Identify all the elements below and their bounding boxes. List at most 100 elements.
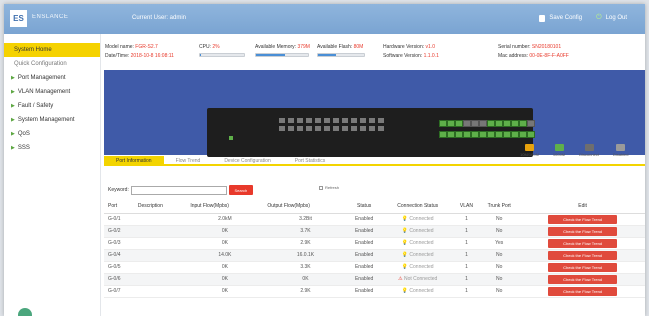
- sfp-port[interactable]: [447, 120, 455, 127]
- save-config-button[interactable]: Save Config: [539, 14, 582, 22]
- output-flow-cell: 3.7K: [263, 225, 348, 238]
- vlan-cell: 1: [454, 273, 479, 286]
- sidebar-item-fault-safety[interactable]: ▶ Fault / Safety: [4, 99, 100, 113]
- sfp-port[interactable]: [495, 131, 503, 138]
- sidebar-item-label: SSS: [17, 145, 30, 151]
- port-cell: G-0/3: [104, 237, 134, 250]
- rj45-port: [351, 118, 357, 123]
- port-cell: G-0/1: [104, 213, 134, 226]
- description-cell: [133, 273, 187, 286]
- sidebar-item-qos[interactable]: ▶ QoS: [4, 127, 100, 141]
- trunk-cell: No: [478, 249, 521, 262]
- cpu-bar-fill: [200, 54, 201, 56]
- check-flow-trend-button[interactable]: Check the Flow Trend: [548, 226, 618, 236]
- rj45-port: [369, 126, 375, 131]
- tab-flow-trend[interactable]: Flow Trend: [164, 156, 213, 164]
- sidebar-item-port-management[interactable]: ▶ Port Management: [4, 71, 100, 85]
- refresh-checkbox[interactable]: [319, 185, 323, 190]
- rj45-port: [324, 118, 330, 123]
- sidebar-item-label: VLAN Management: [17, 89, 71, 95]
- edit-cell: Check the Flow Trend: [520, 213, 645, 226]
- refresh-toggle[interactable]: Refresh: [319, 185, 339, 190]
- table-body: G-0/1 2.0kM 3.2Bit Enabled 💡 Connected 1 No Che…: [104, 213, 645, 298]
- sfp-port[interactable]: [447, 131, 455, 138]
- tab-port-statistics[interactable]: Port Statistics: [283, 156, 338, 164]
- sidebar-item-label: Quick Configuration: [14, 61, 67, 67]
- sfp-port[interactable]: [479, 120, 487, 127]
- description-cell: [133, 285, 187, 298]
- tab-port-information[interactable]: Port Information: [104, 156, 164, 164]
- log-out-button[interactable]: ⏻ Log Out: [596, 14, 627, 22]
- connection-status: 💡 Connected: [402, 240, 434, 246]
- rj45-port: [378, 118, 384, 123]
- sidebar-item-quick-configuration[interactable]: Quick Configuration: [4, 57, 100, 71]
- log-out-label: Log Out: [605, 15, 627, 21]
- sfp-port[interactable]: [487, 120, 495, 127]
- output-flow-cell: 16.0.1K: [263, 249, 348, 262]
- sfp-port[interactable]: [511, 131, 519, 138]
- sidebar-item-vlan-management[interactable]: ▶ VLAN Management: [4, 85, 100, 99]
- date-field: Date/Time: 2018-10-8 16:08:11: [105, 53, 174, 59]
- sfp-port[interactable]: [455, 120, 463, 127]
- connection-cell: 💡 Connected: [380, 285, 455, 298]
- connection-status: 💡 Connected: [402, 228, 434, 234]
- serial-field: Serial number: SN20180101: [498, 44, 561, 50]
- sfp-port[interactable]: [527, 131, 535, 138]
- mac-value: 00-0E-8F-F-A0FF: [529, 53, 569, 59]
- check-flow-trend-button[interactable]: Check the Flow Trend: [548, 250, 618, 260]
- sfp-port[interactable]: [527, 120, 535, 127]
- vlan-cell: 1: [454, 285, 479, 298]
- connection-cell: ⚠ Not Connected: [380, 273, 455, 286]
- legend-swatch-icon: [584, 144, 594, 151]
- check-flow-trend-button[interactable]: Check the Flow Trend: [548, 238, 618, 248]
- legend-swatch-icon: [554, 144, 564, 151]
- search-button[interactable]: Search: [228, 185, 253, 195]
- sfp-port[interactable]: [519, 120, 527, 127]
- rj45-port: [351, 126, 357, 131]
- status-cell: Enabled: [347, 237, 381, 250]
- sfp-port[interactable]: [439, 120, 447, 127]
- flash-bar: [317, 53, 365, 57]
- rj45-port: [297, 118, 303, 123]
- sfp-port[interactable]: [503, 120, 511, 127]
- check-flow-trend-button[interactable]: Check the Flow Trend: [548, 214, 618, 224]
- column-header: VLAN: [454, 199, 479, 214]
- sidebar-item-system-home[interactable]: System Home: [4, 43, 100, 57]
- rj45-port: [333, 118, 339, 123]
- sidebar-item-system-management[interactable]: ▶ System Management: [4, 113, 100, 127]
- check-flow-trend-button[interactable]: Check the Flow Trend: [548, 262, 618, 272]
- chevron-right-icon: ▶: [11, 89, 15, 95]
- port-table: Port Description Input Flow(Mpbs) Output Fl…: [104, 199, 645, 298]
- input-flow-cell: 14.0K: [186, 249, 264, 262]
- model-label: Model name:: [105, 44, 134, 50]
- column-header: Status: [347, 199, 381, 214]
- sfp-port[interactable]: [439, 131, 447, 138]
- sfp-port[interactable]: [519, 131, 527, 138]
- connection-cell: 💡 Connected: [380, 237, 455, 250]
- sfp-port[interactable]: [495, 120, 503, 127]
- sidebar-item-sss[interactable]: ▶ SSS: [4, 141, 100, 155]
- search-input[interactable]: [130, 185, 227, 195]
- sfp-port[interactable]: [463, 131, 471, 138]
- sfp-port[interactable]: [511, 120, 519, 127]
- sfp-port[interactable]: [471, 131, 479, 138]
- sfp-port[interactable]: [463, 120, 471, 127]
- connection-label: Connected: [409, 240, 434, 246]
- check-flow-trend-button[interactable]: Check the Flow Trend: [548, 274, 618, 284]
- input-flow-cell: 0K: [186, 237, 264, 250]
- sfp-port[interactable]: [503, 131, 511, 138]
- sfp-port[interactable]: [479, 131, 487, 138]
- mac-field: Mac address: 00-0E-8F-F-A0FF: [498, 53, 569, 59]
- column-header: Description: [133, 199, 187, 214]
- sfp-port[interactable]: [487, 131, 495, 138]
- serial-value: SN20180101: [531, 44, 562, 50]
- tab-bar: Port Information Flow Trend Device Configu…: [104, 156, 645, 166]
- check-flow-trend-button[interactable]: Check the Flow Trend: [548, 286, 618, 296]
- rj45-port: [306, 126, 312, 131]
- help-icon[interactable]: [18, 308, 32, 316]
- sfp-port[interactable]: [471, 120, 479, 127]
- port-cell: G-0/7: [104, 285, 134, 298]
- description-cell: [133, 249, 187, 262]
- sfp-port[interactable]: [455, 131, 463, 138]
- tab-device-configuration[interactable]: Device Configuration: [212, 156, 282, 164]
